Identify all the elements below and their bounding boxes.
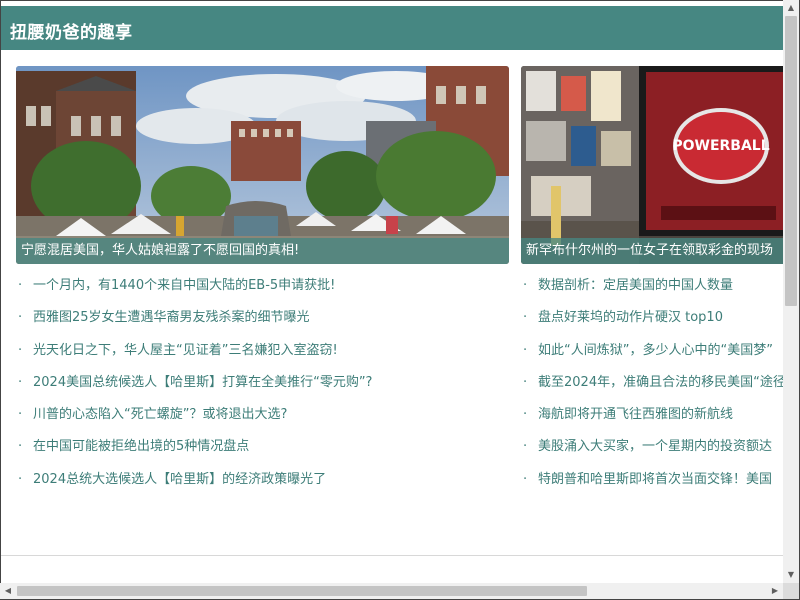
article-list-left: · 一个月内，有1440个来自中国大陆的EB-5申请获批! · 西雅图25岁女生遭遇… — [16, 276, 506, 502]
list-item[interactable]: · 2024总统大选候选人【哈里斯】的经济政策曝光了 — [16, 470, 506, 502]
vertical-scroll-thumb[interactable] — [785, 16, 797, 306]
bullet: · — [523, 407, 528, 423]
bullet: · — [18, 278, 23, 293]
site-title[interactable]: 扭腰奶爸的趣享 — [10, 18, 133, 43]
list-item[interactable]: · 在中国可能被拒绝出境的5种情况盘点 — [16, 437, 506, 469]
featured-caption-1[interactable]: 宁愿混居美国，华人姑娘袒露了不愿回国的真相! — [16, 238, 509, 264]
bullet: · — [18, 407, 23, 423]
list-item[interactable]: · 盘点好莱坞的动作片硬汉 top10 — [521, 308, 783, 340]
bullet: · — [523, 439, 528, 455]
list-item-link[interactable]: 2024美国总统候选人【哈里斯】打算在全美推行“零元购”? — [33, 375, 372, 390]
list-item[interactable]: · 海航即将开通飞往西雅图的新航线 — [521, 405, 783, 437]
bullet: · — [523, 374, 528, 390]
bullet: · — [18, 342, 23, 358]
list-item-link[interactable]: 特朗普和哈里斯即将首次当面交锋！美国 — [538, 472, 772, 487]
featured-caption-2[interactable]: 新罕布什尔州的一位女子在领取彩金的现场 — [521, 238, 783, 264]
list-item-link[interactable]: 数据剖析：定居美国的中国人数量 — [538, 278, 733, 293]
list-item[interactable]: · 如此“人间炼狱”，多少人心中的“美国梦” — [521, 341, 783, 373]
list-item[interactable]: · 西雅图25岁女生遭遇华裔男友残杀案的细节曝光 — [16, 308, 506, 340]
horizontal-scroll-thumb[interactable] — [17, 586, 587, 596]
bullet: · — [523, 278, 528, 293]
powerball-sign-text: POWERBALL — [672, 138, 769, 154]
featured-image-lottery-sign: POWERBALL — [521, 66, 783, 264]
bullet: · — [18, 439, 23, 455]
article-list-right: · 数据剖析：定居美国的中国人数量 · 盘点好莱坞的动作片硬汉 top10 · 如此“… — [521, 276, 783, 502]
scroll-down-arrow-icon[interactable]: ▼ — [783, 567, 799, 583]
bullet: · — [523, 310, 528, 326]
scrollbar-corner — [783, 583, 799, 599]
list-item-link[interactable]: 美股涌入大买家，一个星期内的投资额达 — [538, 439, 772, 454]
section-divider — [1, 555, 783, 556]
bullet: · — [18, 310, 23, 326]
list-item[interactable]: · 截至2024年，准确且合法的移民美国“途径” — [521, 373, 783, 405]
site-header: 扭腰奶爸的趣享 — [1, 6, 783, 50]
list-item-link[interactable]: 在中国可能被拒绝出境的5种情况盘点 — [33, 439, 249, 454]
list-item-link[interactable]: 一个月内，有1440个来自中国大陆的EB-5申请获批! — [33, 278, 335, 293]
list-item[interactable]: · 一个月内，有1440个来自中国大陆的EB-5申请获批! — [16, 276, 506, 308]
scroll-up-arrow-icon[interactable]: ▲ — [783, 0, 799, 16]
list-item-link[interactable]: 截至2024年，准确且合法的移民美国“途径” — [538, 375, 783, 390]
list-item[interactable]: · 川普的心态陷入“死亡螺旋”？或将退出大选? — [16, 405, 506, 437]
list-item-link[interactable]: 盘点好莱坞的动作片硬汉 top10 — [538, 310, 723, 325]
vertical-scrollbar[interactable]: ▲ ▼ — [783, 0, 799, 583]
list-item[interactable]: · 光天化日之下，华人屋主“见证着”三名嫌犯入室盗窃! — [16, 341, 506, 373]
horizontal-scrollbar[interactable]: ◀ ▶ — [0, 583, 783, 599]
scroll-left-arrow-icon[interactable]: ◀ — [0, 583, 16, 599]
list-item-link[interactable]: 如此“人间炼狱”，多少人心中的“美国梦” — [538, 343, 773, 358]
list-item[interactable]: · 2024美国总统候选人【哈里斯】打算在全美推行“零元购”? — [16, 373, 506, 405]
list-item-link[interactable]: 川普的心态陷入“死亡螺旋”？或将退出大选? — [33, 407, 287, 422]
scroll-right-arrow-icon[interactable]: ▶ — [767, 583, 783, 599]
bullet: · — [523, 342, 528, 358]
list-item-link[interactable]: 海航即将开通飞往西雅图的新航线 — [538, 407, 733, 422]
featured-card-2[interactable]: POWERBALL 新罕布什尔州的一位女子在领取彩金的现场 — [521, 66, 783, 264]
featured-image-street-festival — [16, 66, 509, 264]
list-item-link[interactable]: 光天化日之下，华人屋主“见证着”三名嫌犯入室盗窃! — [33, 343, 338, 358]
list-item-link[interactable]: 2024总统大选候选人【哈里斯】的经济政策曝光了 — [33, 472, 326, 487]
bullet: · — [18, 374, 23, 390]
bullet: · — [18, 471, 23, 487]
list-item-link[interactable]: 西雅图25岁女生遭遇华裔男友残杀案的细节曝光 — [33, 310, 310, 325]
list-item[interactable]: · 特朗普和哈里斯即将首次当面交锋！美国 — [521, 470, 783, 502]
list-item[interactable]: · 美股涌入大买家，一个星期内的投资额达 — [521, 437, 783, 469]
bullet: · — [523, 471, 528, 487]
featured-card-1[interactable]: 宁愿混居美国，华人姑娘袒露了不愿回国的真相! — [16, 66, 509, 264]
list-item[interactable]: · 数据剖析：定居美国的中国人数量 — [521, 276, 783, 308]
